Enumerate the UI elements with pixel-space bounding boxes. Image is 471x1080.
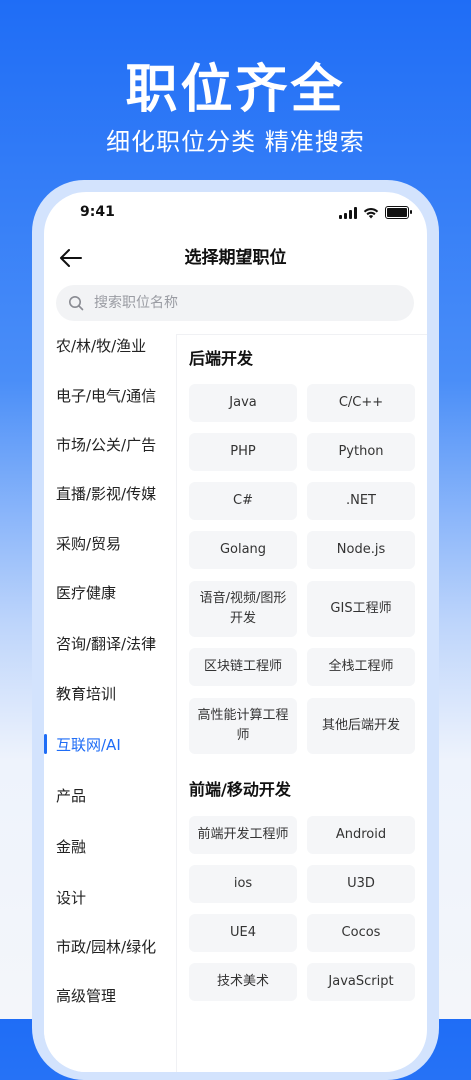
sidebar-item-design[interactable]: 设计 bbox=[44, 877, 176, 917]
tag-ue4[interactable]: UE4 bbox=[189, 914, 297, 952]
sidebar-item-media[interactable]: 直播/影视/传媒 bbox=[44, 473, 176, 513]
tag-csharp[interactable]: C# bbox=[189, 482, 297, 520]
tag-nodejs[interactable]: Node.js bbox=[307, 531, 415, 569]
tag-blockchain-engineer[interactable]: 区块链工程师 bbox=[189, 648, 297, 686]
category-sidebar[interactable]: 农/林/牧/渔业 电子/电气/通信 市场/公关/广告 直播/影视/传媒 采购/贸… bbox=[44, 334, 176, 1072]
tag-java[interactable]: Java bbox=[189, 384, 297, 422]
hero-subtitle: 细化职位分类 精准搜索 bbox=[106, 128, 365, 156]
tag-frontend-engineer[interactable]: 前端开发工程师 bbox=[189, 816, 297, 854]
tag-audio-video-graphics[interactable]: 语音/视频/图形开发 bbox=[189, 581, 297, 637]
sidebar-item-finance[interactable]: 金融 bbox=[44, 826, 176, 866]
tag-cocos[interactable]: Cocos bbox=[307, 914, 415, 952]
status-icons bbox=[339, 206, 412, 219]
tag-technical-art[interactable]: 技术美术 bbox=[189, 963, 297, 1001]
sidebar-item-municipal[interactable]: 市政/园林/绿化 bbox=[44, 926, 176, 966]
tag-android[interactable]: Android bbox=[307, 816, 415, 854]
tag-ios[interactable]: ios bbox=[189, 865, 297, 903]
sidebar-item-healthcare[interactable]: 医疗健康 bbox=[44, 572, 176, 612]
sidebar-item-internet-ai[interactable]: 互联网/AI bbox=[44, 724, 176, 764]
sidebar-item-agriculture[interactable]: 农/林/牧/渔业 bbox=[44, 334, 176, 365]
tag-php[interactable]: PHP bbox=[189, 433, 297, 471]
tag-other-backend[interactable]: 其他后端开发 bbox=[307, 698, 415, 754]
phone-screen: 9:41 选择期望职位 农/林/牧/渔业 bbox=[44, 192, 427, 1072]
wifi-icon bbox=[363, 207, 379, 218]
sidebar-item-education[interactable]: 教育培训 bbox=[44, 673, 176, 713]
tag-golang[interactable]: Golang bbox=[189, 531, 297, 569]
search-input[interactable] bbox=[92, 294, 396, 312]
status-time: 9:41 bbox=[80, 204, 115, 220]
tag-u3d[interactable]: U3D bbox=[307, 865, 415, 903]
search-icon bbox=[69, 296, 84, 311]
sidebar-item-purchasing[interactable]: 采购/贸易 bbox=[44, 523, 176, 563]
sidebar-item-marketing[interactable]: 市场/公关/广告 bbox=[44, 424, 176, 464]
sidebar-item-product[interactable]: 产品 bbox=[44, 775, 176, 815]
tag-fullstack-engineer[interactable]: 全栈工程师 bbox=[307, 648, 415, 686]
tag-dotnet[interactable]: .NET bbox=[307, 482, 415, 520]
nav-bar: 选择期望职位 bbox=[44, 236, 427, 280]
position-list: 后端开发 Java C/C++ PHP Python C# .NET Golan… bbox=[177, 334, 427, 1072]
page-title: 选择期望职位 bbox=[184, 248, 287, 268]
search-box[interactable] bbox=[56, 285, 414, 321]
signal-icon bbox=[339, 206, 357, 219]
sidebar-item-consulting[interactable]: 咨询/翻译/法律 bbox=[44, 623, 176, 663]
tag-hpc-engineer[interactable]: 高性能计算工程师 bbox=[189, 698, 297, 754]
tag-python[interactable]: Python bbox=[307, 433, 415, 471]
tag-c-cpp[interactable]: C/C++ bbox=[307, 384, 415, 422]
hero-title: 职位齐全 bbox=[125, 60, 346, 120]
tag-gis-engineer[interactable]: GIS工程师 bbox=[307, 581, 415, 637]
status-bar: 9:41 bbox=[44, 192, 427, 236]
tag-javascript[interactable]: JavaScript bbox=[307, 963, 415, 1001]
section-title-backend: 后端开发 bbox=[189, 349, 254, 368]
sidebar-item-management[interactable]: 高级管理 bbox=[44, 975, 176, 1015]
section-title-frontend-mobile: 前端/移动开发 bbox=[189, 780, 291, 799]
battery-icon bbox=[385, 206, 412, 219]
sidebar-item-electronics[interactable]: 电子/电气/通信 bbox=[44, 375, 176, 415]
